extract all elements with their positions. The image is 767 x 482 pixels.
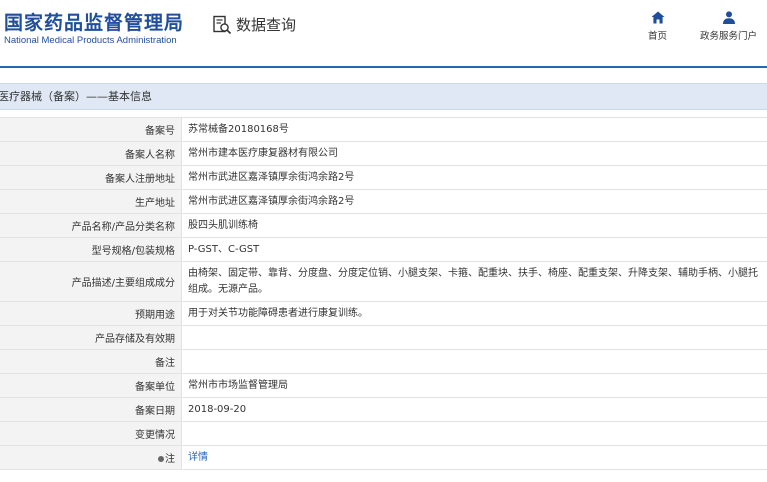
- header-divider: [0, 66, 767, 68]
- site-logo-cn[interactable]: 国家药品监督管理局: [4, 8, 184, 35]
- record-info-table: 备案号 苏常械备20180168号 备案人名称 常州市建本医疗康复器材有限公司 …: [0, 117, 767, 470]
- field-label: 备案日期: [0, 397, 182, 422]
- nav-home-link[interactable]: 首页: [648, 11, 667, 42]
- field-label: 变更情况: [0, 421, 182, 446]
- table-row: 预期用途 用于对关节功能障碍患者进行康复训练。: [0, 301, 767, 326]
- field-label: 备案人注册地址: [0, 165, 182, 190]
- field-label: 产品描述/主要组成成分: [0, 261, 182, 302]
- user-icon: [722, 11, 735, 24]
- table-row: 备案日期 2018-09-20: [0, 397, 767, 422]
- table-row: 型号规格/包装规格 P-GST、C-GST: [0, 237, 767, 262]
- home-icon: [651, 11, 664, 24]
- site-logo-en[interactable]: National Medical Products Administration: [4, 35, 177, 46]
- field-value: 常州市武进区嘉泽镇厚余街鸿余路2号: [181, 189, 767, 214]
- page-title-group: 数据查询: [212, 14, 296, 35]
- field-label: 产品名称/产品分类名称: [0, 213, 182, 238]
- table-row: 产品描述/主要组成成分 由椅架、固定带、靠背、分度盘、分度定位销、小腿支架、卡箍…: [0, 261, 767, 302]
- section-title: 医疗器械（备案）——基本信息: [0, 90, 152, 103]
- detail-link[interactable]: 详情: [188, 452, 208, 463]
- field-value: [181, 421, 767, 446]
- field-label: 备案人名称: [0, 141, 182, 166]
- field-label: 型号规格/包装规格: [0, 237, 182, 262]
- page-title: 数据查询: [236, 16, 297, 34]
- field-value: 由椅架、固定带、靠背、分度盘、分度定位销、小腿支架、卡箍、配重块、扶手、椅座、配…: [181, 261, 767, 302]
- field-value: 苏常械备20180168号: [181, 117, 767, 142]
- field-value: [181, 349, 767, 374]
- table-row: 变更情况: [0, 421, 767, 446]
- field-label: 备案单位: [0, 373, 182, 398]
- note-label-cell: 注: [0, 445, 182, 470]
- table-row: 备案人注册地址 常州市武进区嘉泽镇厚余街鸿余路2号: [0, 165, 767, 190]
- field-label: 注: [165, 454, 175, 465]
- field-value: 常州市市场监督管理局: [181, 373, 767, 398]
- note-value-cell: 详情: [181, 445, 767, 470]
- field-value: 股四头肌训练椅: [181, 213, 767, 238]
- table-row: 备注: [0, 349, 767, 374]
- nav-home-label: 首页: [648, 31, 668, 42]
- table-row: 产品名称/产品分类名称 股四头肌训练椅: [0, 213, 767, 238]
- site-header: 国家药品监督管理局 National Medical Products Admi…: [0, 0, 767, 66]
- field-label: 备注: [0, 349, 182, 374]
- table-row: 生产地址 常州市武进区嘉泽镇厚余街鸿余路2号: [0, 189, 767, 214]
- table-row: 备案单位 常州市市场监督管理局: [0, 373, 767, 398]
- data-search-icon: [213, 15, 232, 34]
- section-header: 医疗器械（备案）——基本信息: [0, 83, 767, 110]
- field-label: 预期用途: [0, 301, 182, 326]
- field-value: 常州市武进区嘉泽镇厚余街鸿余路2号: [181, 165, 767, 190]
- field-label: 生产地址: [0, 189, 182, 214]
- table-row: 备案人名称 常州市建本医疗康复器材有限公司: [0, 141, 767, 166]
- nav-portal-label: 政务服务门户: [700, 31, 758, 42]
- field-value: 常州市建本医疗康复器材有限公司: [181, 141, 767, 166]
- table-row: 产品存储及有效期: [0, 325, 767, 350]
- nav-portal-link[interactable]: 政务服务门户: [700, 11, 757, 42]
- field-value: 用于对关节功能障碍患者进行康复训练。: [181, 301, 767, 326]
- bullet-icon: [158, 456, 164, 462]
- field-value: 2018-09-20: [181, 397, 767, 422]
- field-value: P-GST、C-GST: [181, 237, 767, 262]
- field-label: 产品存储及有效期: [0, 325, 182, 350]
- field-value: [181, 325, 767, 350]
- table-row: 注 详情: [0, 445, 767, 470]
- table-row: 备案号 苏常械备20180168号: [0, 117, 767, 142]
- field-label: 备案号: [0, 117, 182, 142]
